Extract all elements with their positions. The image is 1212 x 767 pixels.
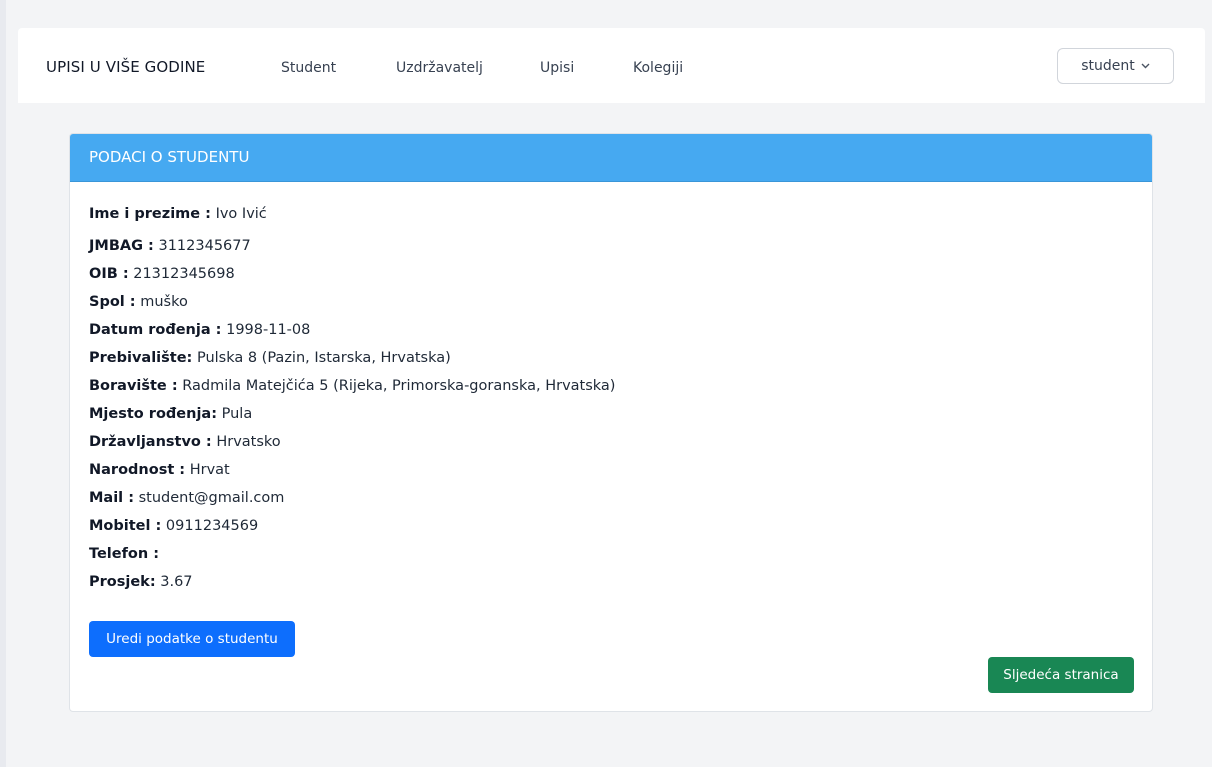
edit-student-button[interactable]: Uredi podatke o studentu <box>89 621 295 657</box>
nav-link-upisi[interactable]: Upisi <box>540 60 574 76</box>
field-label: Narodnost : <box>89 462 186 478</box>
field-row: Mobitel : 0911234569 <box>89 512 615 540</box>
user-menu-label: student <box>1081 58 1135 74</box>
field-row: Mail : student@gmail.com <box>89 484 615 512</box>
field-label: Ime i prezime : <box>89 206 211 222</box>
user-menu-button[interactable]: student <box>1057 48 1174 84</box>
field-label: Prebivalište: <box>89 350 193 366</box>
field-label: Prosjek: <box>89 574 156 590</box>
field-value: Hrvat <box>185 462 230 478</box>
brand-title[interactable]: UPISI U VIŠE GODINE <box>46 58 205 76</box>
field-value: Radmila Matejčića 5 (Rijeka, Primorska-g… <box>177 378 616 394</box>
field-row: Telefon : <box>89 540 615 568</box>
field-label: Mjesto rođenja: <box>89 406 218 422</box>
field-value: 1998-11-08 <box>221 322 311 338</box>
field-row: Datum rođenja : 1998-11-08 <box>89 316 615 344</box>
student-fields: Ime i prezime : Ivo Ivić JMBAG : 31123456… <box>89 200 615 596</box>
field-value: Ivo Ivić <box>210 206 267 222</box>
nav-link-kolegiji[interactable]: Kolegiji <box>633 60 683 76</box>
field-label: Mail : <box>89 490 135 506</box>
field-value: 0911234569 <box>161 518 259 534</box>
field-row: Prosjek: 3.67 <box>89 568 615 596</box>
field-row: Narodnost : Hrvat <box>89 456 615 484</box>
field-label: JMBAG : <box>89 238 154 254</box>
field-row: OIB : 21312345698 <box>89 260 615 288</box>
card-title: PODACI O STUDENTU <box>70 134 1152 182</box>
field-row: Mjesto rođenja: Pula <box>89 400 615 428</box>
field-value: student@gmail.com <box>134 490 285 506</box>
field-row: Spol : muško <box>89 288 615 316</box>
field-row: Boravište : Radmila Matejčića 5 (Rijeka,… <box>89 372 615 400</box>
student-info-card: PODACI O STUDENTU Ime i prezime : Ivo Iv… <box>69 133 1153 712</box>
field-label: Datum rođenja : <box>89 322 222 338</box>
field-value: muško <box>135 294 188 310</box>
field-value: 3.67 <box>155 574 193 590</box>
field-value: Pulska 8 (Pazin, Istarska, Hrvatska) <box>192 350 451 366</box>
field-label: Mobitel : <box>89 518 162 534</box>
field-label: Telefon : <box>89 546 160 562</box>
next-page-button[interactable]: Sljedeća stranica <box>988 657 1134 693</box>
field-value: Hrvatsko <box>211 434 281 450</box>
nav-link-student[interactable]: Student <box>281 60 336 76</box>
navbar: UPISI U VIŠE GODINE Student Uzdržavatelj… <box>18 28 1205 103</box>
nav-link-uzdrzavatelj[interactable]: Uzdržavatelj <box>396 60 483 76</box>
field-label: Boravište : <box>89 378 178 394</box>
field-row: Ime i prezime : Ivo Ivić <box>89 200 615 228</box>
field-value: 3112345677 <box>153 238 251 254</box>
field-row: Državljanstvo : Hrvatsko <box>89 428 615 456</box>
field-value: Pula <box>217 406 253 422</box>
field-row: JMBAG : 3112345677 <box>89 232 615 260</box>
field-label: OIB : <box>89 266 129 282</box>
field-row: Prebivalište: Pulska 8 (Pazin, Istarska,… <box>89 344 615 372</box>
field-label: Državljanstvo : <box>89 434 212 450</box>
field-label: Spol : <box>89 294 136 310</box>
chevron-down-icon <box>1141 61 1150 72</box>
field-value: 21312345698 <box>128 266 235 282</box>
